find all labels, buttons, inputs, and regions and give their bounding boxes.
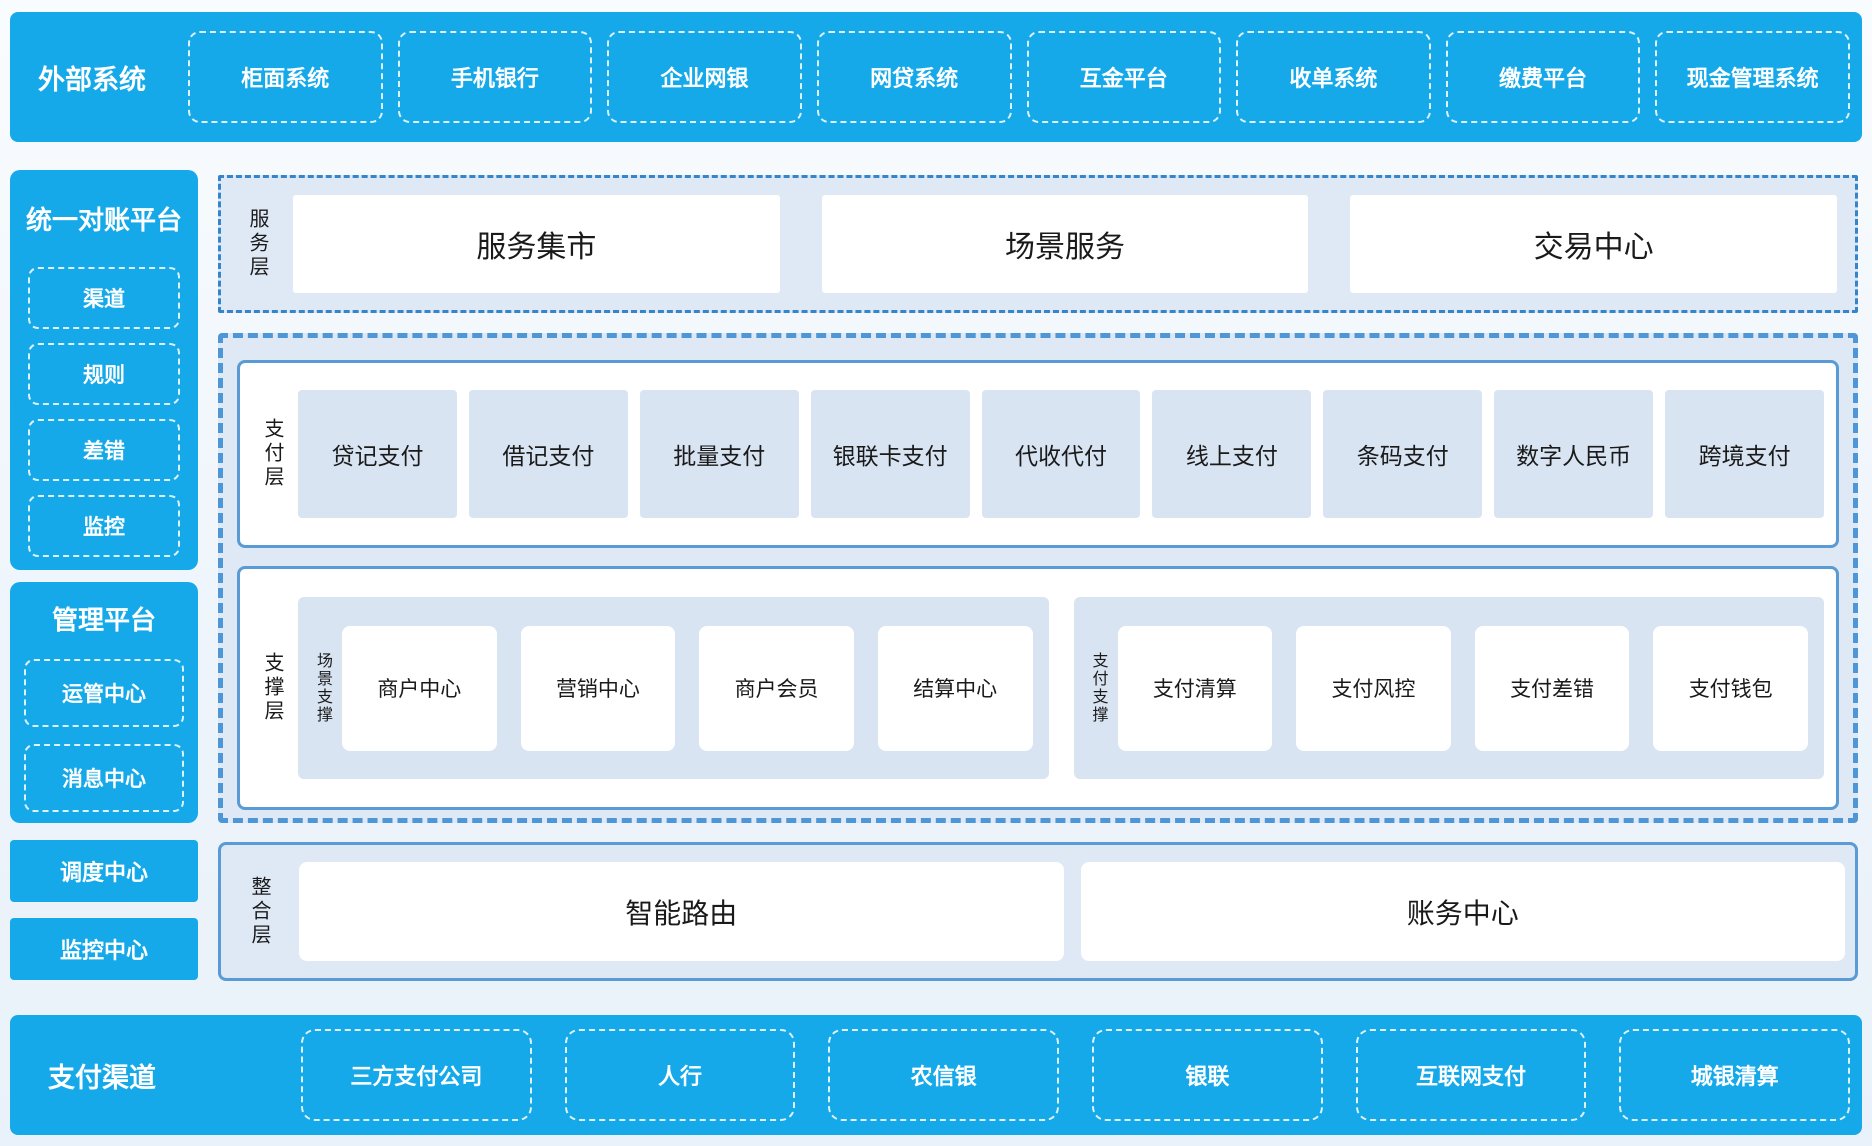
service-tile: 服务集市: [293, 195, 780, 293]
payment-tile: 数字人民币: [1494, 390, 1653, 518]
external-system-item: 收单系统: [1236, 31, 1431, 123]
dispatch-center-box: 调度中心: [10, 840, 198, 902]
payment-channels-title: 支付渠道: [48, 1056, 193, 1095]
scene-support-group: 场景支撑 商户中心 营销中心 商户会员 结算中心: [298, 597, 1049, 779]
reconciliation-platform-panel: 统一对账平台 渠道 规则 差错 监控: [10, 170, 198, 570]
support-layer-panel: 支撑层 场景支撑 商户中心 营销中心 商户会员 结算中心 支付支撑 支付清算 支…: [237, 566, 1839, 810]
service-tile: 交易中心: [1350, 195, 1837, 293]
payment-channels-bar: 支付渠道 三方支付公司 人行 农信银 银联 互联网支付 城银清算: [10, 1015, 1862, 1135]
payment-layer-panel: 支付层 贷记支付 借记支付 批量支付 银联卡支付 代收代付 线上支付 条码支付 …: [237, 360, 1839, 548]
service-layer-panel: 服务层 服务集市 场景服务 交易中心: [218, 175, 1858, 313]
payment-support-tile: 支付差错: [1475, 626, 1630, 751]
payment-support-tile: 支付钱包: [1653, 626, 1808, 751]
service-layer-tiles: 服务集市 场景服务 交易中心: [293, 195, 1837, 293]
management-item: 消息中心: [24, 744, 184, 812]
external-system-item: 互金平台: [1027, 31, 1222, 123]
service-layer-label: 服务层: [247, 208, 267, 280]
external-system-item: 柜面系统: [188, 31, 383, 123]
external-system-item: 缴费平台: [1446, 31, 1641, 123]
reconciliation-item: 渠道: [28, 267, 180, 329]
scene-support-tile: 营销中心: [521, 626, 676, 751]
support-layer-label: 支撑层: [262, 652, 282, 724]
payment-tile: 跨境支付: [1665, 390, 1824, 518]
payment-tile: 条码支付: [1323, 390, 1482, 518]
payment-channel-item: 农信银: [828, 1029, 1059, 1121]
payment-tile: 批量支付: [640, 390, 799, 518]
payment-support-group: 支付支撑 支付清算 支付风控 支付差错 支付钱包: [1074, 597, 1825, 779]
external-systems-title: 外部系统: [38, 58, 188, 97]
payment-channel-item: 人行: [565, 1029, 796, 1121]
external-systems-list: 柜面系统 手机银行 企业网银 网贷系统 互金平台 收单系统 缴费平台 现金管理系…: [188, 31, 1850, 123]
management-item: 运管中心: [24, 659, 184, 727]
scene-support-tile: 商户中心: [342, 626, 497, 751]
payment-tile: 贷记支付: [298, 390, 457, 518]
payment-support-label: 支付支撑: [1090, 652, 1106, 724]
external-system-item: 手机银行: [398, 31, 593, 123]
payment-tile: 银联卡支付: [811, 390, 970, 518]
reconciliation-platform-title: 统一对账平台: [26, 200, 182, 237]
payment-channel-item: 互联网支付: [1356, 1029, 1587, 1121]
core-layers-container: 支付层 贷记支付 借记支付 批量支付 银联卡支付 代收代付 线上支付 条码支付 …: [218, 333, 1858, 823]
scene-support-tiles: 商户中心 营销中心 商户会员 结算中心: [342, 626, 1033, 751]
payment-tile: 借记支付: [469, 390, 628, 518]
external-system-item: 企业网银: [607, 31, 802, 123]
reconciliation-item: 差错: [28, 419, 180, 481]
integration-layer-tiles: 智能路由 账务中心: [299, 862, 1845, 961]
monitor-center-box: 监控中心: [10, 918, 198, 980]
reconciliation-items: 渠道 规则 差错 监控: [10, 267, 198, 557]
management-platform-panel: 管理平台 运管中心 消息中心: [10, 582, 198, 823]
reconciliation-item: 规则: [28, 343, 180, 405]
payment-layer-tiles: 贷记支付 借记支付 批量支付 银联卡支付 代收代付 线上支付 条码支付 数字人民…: [298, 390, 1824, 518]
integration-layer-panel: 整合层 智能路由 账务中心: [218, 842, 1858, 981]
payment-channel-item: 三方支付公司: [301, 1029, 532, 1121]
external-systems-bar: 外部系统 柜面系统 手机银行 企业网银 网贷系统 互金平台 收单系统 缴费平台 …: [10, 12, 1862, 142]
external-system-item: 现金管理系统: [1655, 31, 1850, 123]
integration-layer-label: 整合层: [249, 876, 269, 948]
payment-channel-item: 银联: [1092, 1029, 1323, 1121]
integration-tile: 智能路由: [299, 862, 1064, 961]
scene-support-label: 场景支撑: [314, 652, 330, 724]
management-items: 运管中心 消息中心: [10, 659, 198, 812]
integration-tile: 账务中心: [1081, 862, 1846, 961]
support-layer-groups: 场景支撑 商户中心 营销中心 商户会员 结算中心 支付支撑 支付清算 支付风控 …: [298, 597, 1824, 779]
scene-support-tile: 商户会员: [699, 626, 854, 751]
payment-tile: 代收代付: [982, 390, 1141, 518]
payment-support-tile: 支付清算: [1118, 626, 1273, 751]
payment-support-tiles: 支付清算 支付风控 支付差错 支付钱包: [1118, 626, 1809, 751]
payment-tile: 线上支付: [1152, 390, 1311, 518]
payment-channels-list: 三方支付公司 人行 农信银 银联 互联网支付 城银清算: [301, 1029, 1850, 1121]
service-tile: 场景服务: [822, 195, 1309, 293]
external-system-item: 网贷系统: [817, 31, 1012, 123]
payment-support-tile: 支付风控: [1296, 626, 1451, 751]
payment-channel-item: 城银清算: [1619, 1029, 1850, 1121]
payment-layer-label: 支付层: [262, 418, 282, 490]
scene-support-tile: 结算中心: [878, 626, 1033, 751]
management-platform-title: 管理平台: [52, 600, 156, 637]
reconciliation-item: 监控: [28, 495, 180, 557]
